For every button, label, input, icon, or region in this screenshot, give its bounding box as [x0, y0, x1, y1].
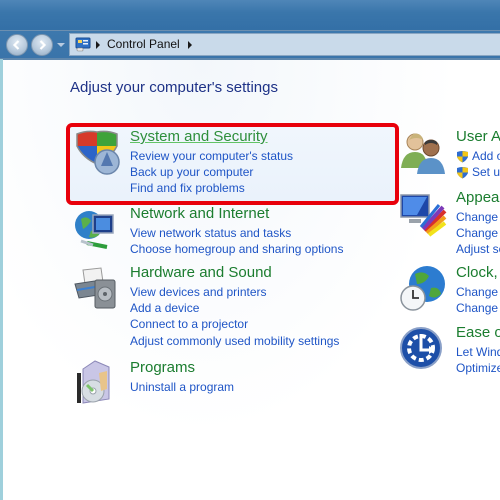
link-optimize-visual-display[interactable]: Optimize [456, 360, 500, 376]
link-uninstall-program[interactable]: Uninstall a program [130, 379, 234, 395]
uac-shield-icon [457, 151, 468, 163]
address-bar[interactable]: Control Panel [69, 33, 500, 56]
ease-of-access-icon [400, 327, 442, 369]
link-set-up-parental-controls[interactable]: Set up [456, 164, 500, 180]
link-back-up[interactable]: Back up your computer [130, 164, 293, 180]
link-change-desktop-background[interactable]: Change d [456, 225, 500, 241]
shield-icon [76, 130, 120, 175]
link-let-windows-suggest[interactable]: Let Windo [456, 344, 500, 360]
breadcrumb-separator-icon[interactable] [188, 41, 192, 49]
category-title-programs[interactable]: Programs [130, 359, 195, 376]
recent-pages-dropdown[interactable] [57, 43, 65, 47]
back-arrow-icon [12, 40, 20, 50]
link-change-keyboards[interactable]: Change k [456, 284, 500, 300]
link-review-status[interactable]: Review your computer's status [130, 148, 293, 164]
link-change-theme[interactable]: Change th [456, 209, 500, 225]
link-change-display-language[interactable]: Change d [456, 300, 500, 316]
breadcrumb-separator-icon[interactable] [96, 41, 100, 49]
category-title-system-and-security[interactable]: System and Security [130, 128, 268, 145]
link-mobility-settings[interactable]: Adjust commonly used mobility settings [130, 333, 339, 349]
control-panel-icon [75, 37, 91, 52]
category-title-appearance[interactable]: Appear [456, 189, 500, 206]
link-add-or-remove-accounts-label[interactable]: Add or [472, 149, 500, 163]
forward-button[interactable] [31, 34, 53, 56]
link-find-fix-problems[interactable]: Find and fix problems [130, 180, 293, 196]
category-title-ease-of-access[interactable]: Ease of [456, 324, 500, 341]
back-button[interactable] [6, 34, 28, 56]
clock-globe-icon [400, 266, 445, 311]
window-title-bar[interactable] [0, 0, 500, 31]
navigation-bar: Control Panel [0, 31, 500, 59]
link-view-network-status[interactable]: View network status and tasks [130, 225, 343, 241]
link-connect-projector[interactable]: Connect to a projector [130, 316, 339, 332]
link-adjust-screen-resolution[interactable]: Adjust scr [456, 241, 500, 257]
link-homegroup-sharing[interactable]: Choose homegroup and sharing options [130, 241, 343, 257]
forward-arrow-icon [39, 40, 47, 50]
link-devices-printers[interactable]: View devices and printers [130, 284, 339, 300]
programs-icon [77, 360, 110, 404]
category-title-user-accounts[interactable]: User Ac [456, 128, 500, 145]
category-title-clock-language-region[interactable]: Clock, L [456, 264, 500, 281]
link-add-device[interactable]: Add a device [130, 300, 339, 316]
control-panel-content: Adjust your computer's settings System a… [3, 60, 500, 500]
link-add-or-remove-accounts[interactable]: Add or [456, 148, 500, 164]
printer-icon [74, 267, 116, 309]
uac-shield-icon [457, 167, 468, 179]
category-title-network-and-internet[interactable]: Network and Internet [130, 205, 269, 222]
category-title-hardware-and-sound[interactable]: Hardware and Sound [130, 264, 272, 281]
users-icon [401, 133, 445, 174]
page-title: Adjust your computer's settings [70, 79, 278, 96]
link-set-up-parental-controls-label[interactable]: Set up [472, 165, 500, 179]
network-icon [75, 211, 114, 249]
breadcrumb-control-panel[interactable]: Control Panel [107, 37, 180, 52]
appearance-icon [400, 194, 447, 237]
